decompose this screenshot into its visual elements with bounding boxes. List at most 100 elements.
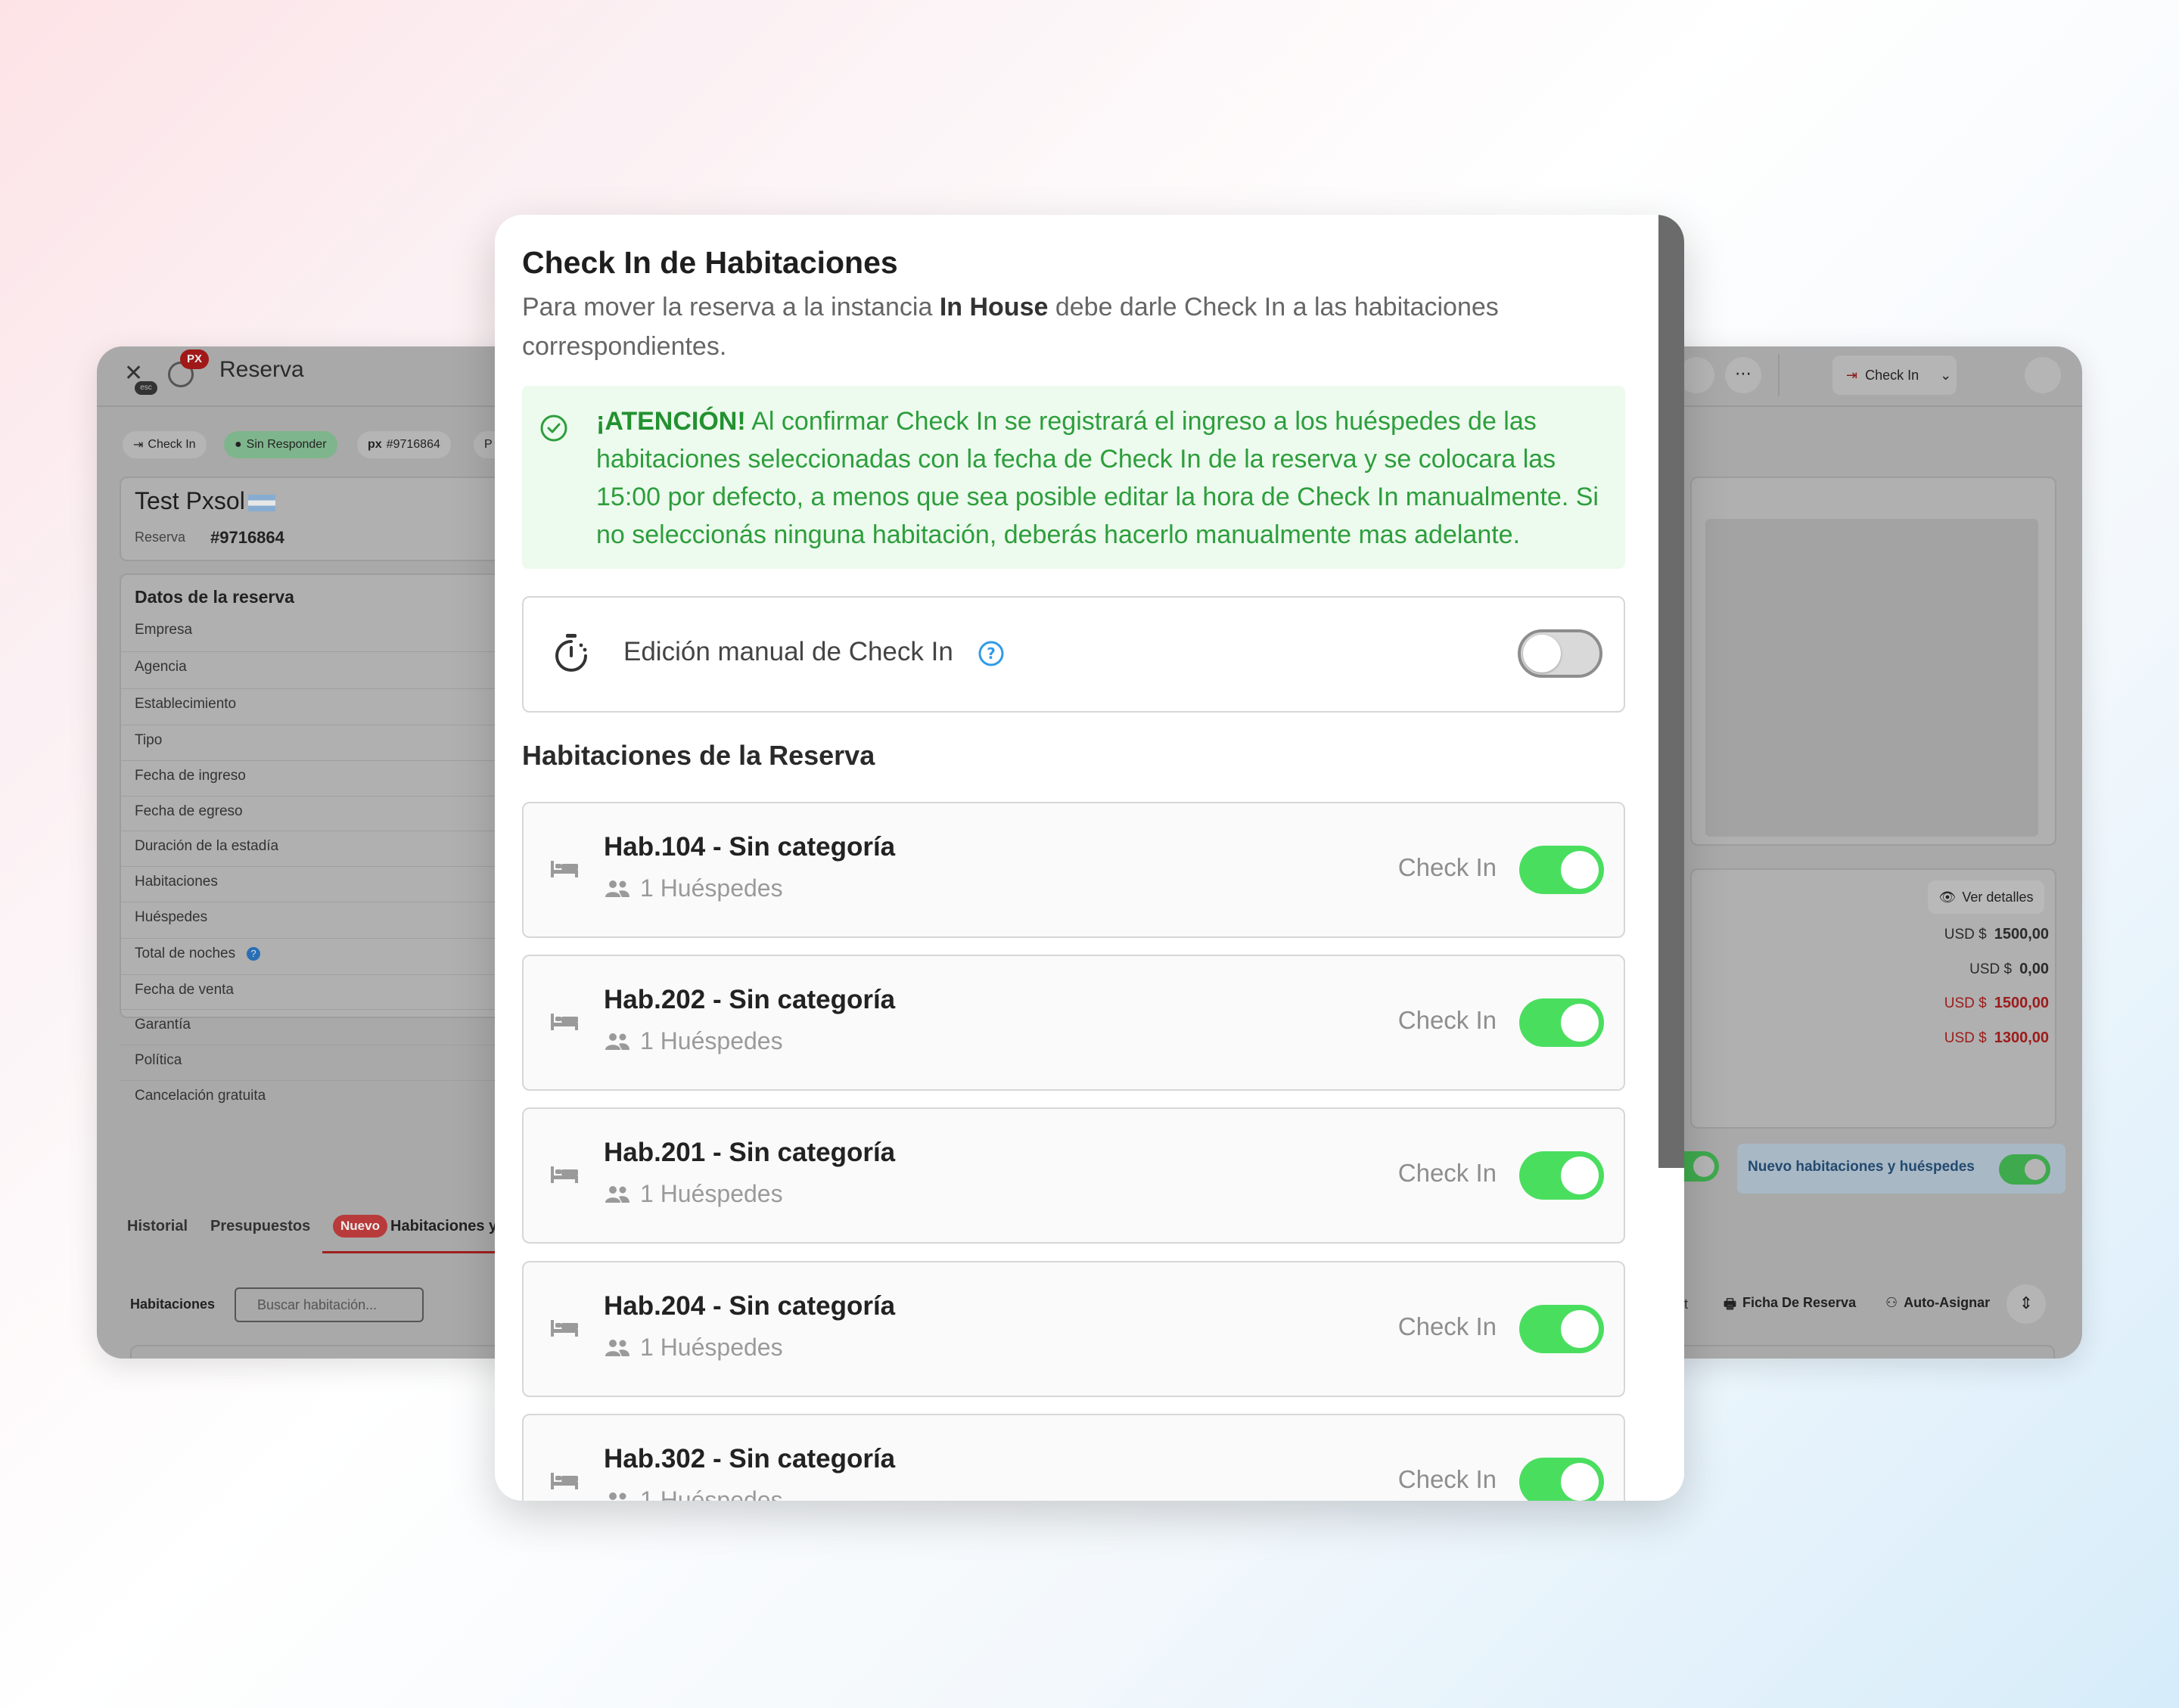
amount-value: 1300,00 <box>1994 1029 2049 1046</box>
chip-status: ● Sin Responder <box>224 431 337 458</box>
room-name: Hab.201 - Sin categoría <box>604 1138 896 1167</box>
chip-status-label: Sin Responder <box>246 438 327 451</box>
esc-badge: esc <box>135 381 157 395</box>
help-icon[interactable]: ? <box>247 947 260 961</box>
room-guests: 1 Huéspedes <box>604 1180 783 1208</box>
px-badge: PX <box>180 349 209 369</box>
ver-detalles-button[interactable]: 👁 Ver detalles <box>1928 880 2044 914</box>
bed-icon <box>551 1014 578 1030</box>
ficha-reserva-button[interactable]: 🖶 Ficha De Reserva <box>1724 1295 1856 1318</box>
toggle-knob <box>1561 851 1599 889</box>
room-checkin-label: Check In <box>1397 1312 1497 1340</box>
room-name: Hab.202 - Sin categoría <box>604 985 896 1014</box>
tab-habitaciones[interactable]: Habitaciones y <box>390 1218 497 1235</box>
manual-checkin-toggle[interactable] <box>1518 629 1602 678</box>
people-icon <box>609 1492 626 1500</box>
alert-bold: ¡ATENCIÓN! <box>596 407 746 436</box>
room-guests: 1 Huéspedes <box>604 874 783 902</box>
room-checkin-toggle[interactable] <box>1519 998 1604 1047</box>
room-checkin-label: Check In <box>1397 853 1497 881</box>
tab-presupuestos[interactable]: Presupuestos <box>210 1218 310 1235</box>
detail-row-label: Cancelación gratuita <box>135 1088 266 1104</box>
guest-name: Test Pxsol <box>135 487 245 514</box>
svg-text:?: ? <box>987 644 996 663</box>
manual-checkin-box: Edición manual de Check In ? <box>522 596 1625 713</box>
room-checkin-toggle[interactable] <box>1519 1151 1604 1200</box>
room-guests-label: 1 Huéspedes <box>640 1027 783 1054</box>
amount-row: USD $ 1500,00 <box>1944 995 2049 1012</box>
amount-row: USD $ 1300,00 <box>1944 1029 2049 1047</box>
ver-detalles-label: Ver detalles <box>1962 889 2034 905</box>
amount-currency: USD $ <box>1944 995 1987 1011</box>
chip-px-number: px #9716864 <box>357 431 451 458</box>
user-assign-icon: ⚇ <box>1885 1295 1898 1310</box>
divider <box>1778 354 1780 396</box>
detail-row-label: Habitaciones <box>135 874 218 890</box>
nuevo-badge: Nuevo <box>333 1215 387 1238</box>
alert-body: Al confirmar Check In se registrará el i… <box>596 407 1599 549</box>
nuevo-toggle[interactable] <box>1999 1154 2050 1185</box>
toggle-knob <box>1561 1157 1599 1194</box>
room-card: Hab.204 - Sin categoría 1 Huéspedes Check … <box>522 1261 1625 1397</box>
reserva-number: #9716864 <box>210 528 284 547</box>
bed-icon <box>551 1320 578 1337</box>
book-icon[interactable] <box>2025 357 2061 393</box>
toggle-knob <box>1561 1004 1599 1042</box>
checkin-dropdown[interactable]: ⇥ Check In ⌄ <box>1832 356 1957 395</box>
tab-historial[interactable]: Historial <box>127 1218 188 1235</box>
print-icon: 🖶 <box>1724 1297 1736 1312</box>
amount-currency: USD $ <box>1944 1030 1987 1046</box>
detail-row-label: Huéspedes <box>135 909 208 925</box>
nuevo-toggle-label: Nuevo habitaciones y huéspedes <box>1748 1159 1975 1175</box>
manual-checkin-label: Edición manual de Check In <box>623 637 953 666</box>
alert-text: ¡ATENCIÓN! Al confirmar Check In se regi… <box>596 402 1610 554</box>
checkin-icon: ⇥ <box>1846 367 1858 383</box>
amount-value: 1500,00 <box>1994 995 2049 1011</box>
detail-row-label: Tipo <box>135 732 163 748</box>
bed-icon <box>551 1166 578 1183</box>
detail-row-label: Establecimiento <box>135 696 237 712</box>
more-icon[interactable]: ⋯ <box>1725 357 1761 393</box>
search-rooms-input[interactable]: Buscar habitación... <box>235 1287 424 1322</box>
room-checkin-toggle[interactable] <box>1519 1305 1604 1353</box>
modal-title: Check In de Habitaciones <box>522 245 898 280</box>
flag-icon <box>248 495 275 511</box>
check-circle-icon <box>540 415 567 442</box>
detail-row-label: Agencia <box>135 659 187 675</box>
amount-currency: USD $ <box>1969 961 2013 977</box>
status-dot-icon: ● <box>235 438 242 451</box>
detail-row-label: Garantía <box>135 1017 191 1033</box>
people-icon <box>605 1339 629 1356</box>
bed-icon <box>551 1473 578 1489</box>
notes-area <box>1705 519 2038 837</box>
room-name: Hab.302 - Sin categoría <box>604 1444 896 1474</box>
rooms-section-title: Habitaciones de la Reserva <box>522 740 875 771</box>
people-icon <box>605 1185 629 1203</box>
help-icon[interactable]: ? <box>978 640 1005 667</box>
amount-row: USD $ 1500,00 <box>1944 926 2049 943</box>
room-checkin-label: Check In <box>1397 1006 1497 1034</box>
people-icon <box>605 880 629 897</box>
room-guests: 1 Huéspedes <box>604 1334 783 1362</box>
room-name: Hab.204 - Sin categoría <box>604 1291 896 1321</box>
chip-checkin-label: Check In <box>148 438 196 451</box>
room-name: Hab.104 - Sin categoría <box>604 832 896 862</box>
rooms-label: Habitaciones <box>130 1297 216 1312</box>
modal-scrollbar[interactable] <box>1658 215 1684 1168</box>
detail-row-label: Empresa <box>135 622 193 638</box>
amount-currency: USD $ <box>1944 927 1987 943</box>
detail-row-label: Fecha de venta <box>135 982 234 998</box>
room-checkin-toggle[interactable] <box>1519 1458 1604 1501</box>
reserva-label: Reserva <box>135 529 186 545</box>
sort-icon[interactable]: ⇕ <box>2006 1284 2046 1324</box>
auto-asignar-button[interactable]: ⚇ Auto-Asignar <box>1885 1295 1990 1311</box>
checkin-icon: ⇥ <box>133 439 144 452</box>
room-card: Hab.104 - Sin categoría 1 Huéspedes Check … <box>522 802 1625 938</box>
detail-row-label: Total de noches <box>135 946 236 961</box>
bed-icon <box>551 861 578 877</box>
auto-asignar-label: Auto-Asignar <box>1904 1295 1991 1310</box>
eye-icon: 👁 <box>1938 889 1957 905</box>
room-checkin-label: Check In <box>1397 1159 1497 1187</box>
room-checkin-toggle[interactable] <box>1519 846 1604 894</box>
detail-row-label: Política <box>135 1052 182 1068</box>
